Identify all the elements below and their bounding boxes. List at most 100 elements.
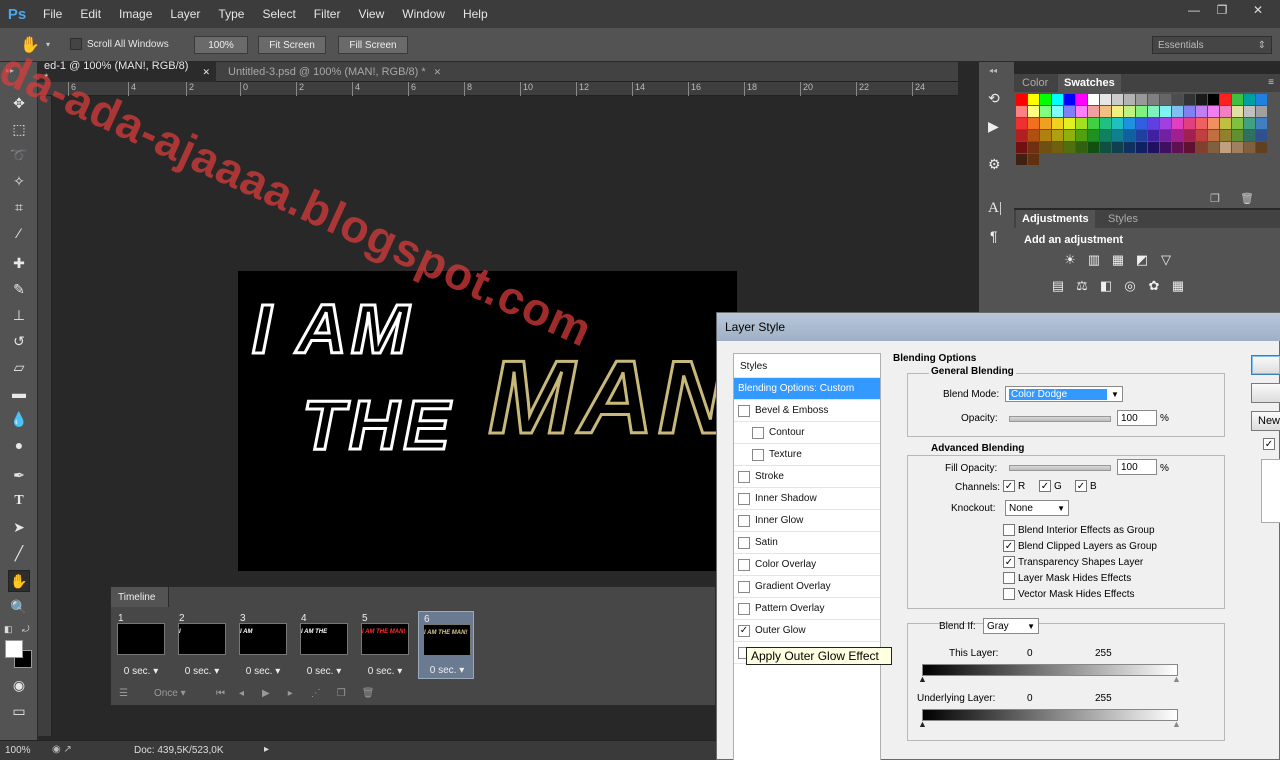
menu-filter[interactable]: Filter [305,7,350,21]
vibrance-icon[interactable]: ▽ [1158,252,1174,268]
swatch-color[interactable] [1160,130,1171,141]
swatch-color[interactable] [1076,142,1087,153]
channel-g-checkbox[interactable]: ✓ G [1039,480,1062,492]
swatch-color[interactable] [1160,142,1171,153]
swatch-color[interactable] [1244,94,1255,105]
screen-mode-icon[interactable]: ▭ [8,700,30,722]
swatch-color[interactable] [1184,118,1195,129]
swatch-color[interactable] [1256,130,1267,141]
hue-saturation-icon[interactable]: ▤ [1050,278,1066,294]
style-item[interactable]: Contour [734,422,880,444]
menu-type[interactable]: Type [209,7,253,21]
clone-stamp-tool-icon[interactable]: ⊥ [8,304,30,326]
swatch-color[interactable] [1256,106,1267,117]
swatch-color[interactable] [1028,130,1039,141]
timeline-menu-icon[interactable]: ☰ [119,688,128,699]
collapse-toolbar-icon[interactable]: ▸▸ [6,66,14,75]
menu-view[interactable]: View [349,7,393,21]
swatch-color[interactable] [1148,118,1159,129]
fill-screen-button[interactable]: Fill Screen [338,36,408,54]
swatch-color[interactable] [1172,118,1183,129]
menu-window[interactable]: Window [393,7,454,21]
color-balance-icon[interactable]: ⚖ [1074,278,1090,294]
swatch-color[interactable] [1208,94,1219,105]
swatch-color[interactable] [1136,94,1147,105]
swatch-color[interactable] [1136,118,1147,129]
swatch-color[interactable] [1220,94,1231,105]
swatch-color[interactable] [1112,106,1123,117]
timeline-frame-6-selected[interactable]: 6 I AM THE MAN! 0 sec. ▾ [418,611,474,679]
path-selection-tool-icon[interactable]: ➤ [8,516,30,538]
swatch-color[interactable] [1208,118,1219,129]
swatch-color[interactable] [1040,94,1051,105]
tab-color[interactable]: Color [1016,74,1054,92]
swatch-color[interactable] [1076,130,1087,141]
slider-handle-icon[interactable]: ▲ [918,719,927,729]
swatch-color[interactable] [1112,142,1123,153]
blur-tool-icon[interactable]: 💧 [8,408,30,430]
tab-styles[interactable]: Styles [1102,210,1144,228]
swatch-color[interactable] [1256,118,1267,129]
fill-opacity-input[interactable]: 100 [1117,459,1157,475]
hand-tool-preset-icon[interactable]: ✋ [18,34,42,56]
scroll-all-windows-checkbox[interactable]: Scroll All Windows [70,38,169,50]
swatch-color[interactable] [1064,106,1075,117]
swatch-color[interactable] [1028,94,1039,105]
slider-handle-icon[interactable]: ▲ [1172,674,1181,684]
style-item[interactable]: ✓ Outer Glow [734,620,880,642]
minimize-button[interactable]: — [1180,0,1208,20]
swatch-color[interactable] [1040,106,1051,117]
checkbox-icon[interactable] [738,514,750,527]
swatch-color[interactable] [1064,142,1075,153]
timeline-frame-2[interactable]: 2 I 0 sec. ▾ [174,611,230,679]
status-icons[interactable]: ◉ ↗ [52,744,72,755]
checkbox-icon[interactable] [738,470,750,483]
style-item[interactable]: Pattern Overlay [734,598,880,620]
exposure-icon[interactable]: ◩ [1134,252,1150,268]
swatch-color[interactable] [1256,142,1267,153]
style-item[interactable]: Texture [734,444,880,466]
swatch-color[interactable] [1112,130,1123,141]
swatch-color[interactable] [1088,130,1099,141]
play-icon[interactable]: ▶ [262,688,270,699]
opacity-slider[interactable] [1009,416,1111,422]
advanced-option-checkbox[interactable]: ✓ Transparency Shapes Layer [1003,556,1143,568]
lasso-tool-icon[interactable]: ➰ [8,144,30,166]
channel-r-checkbox[interactable]: ✓ R [1003,480,1025,492]
swatch-color[interactable] [1112,118,1123,129]
checkbox-icon[interactable] [738,558,750,571]
swatch-color[interactable] [1112,94,1123,105]
swatch-color[interactable] [1196,142,1207,153]
loop-select[interactable]: Once ▾ [154,688,204,699]
type-tool-icon[interactable]: T [8,490,30,512]
cancel-button[interactable] [1251,383,1280,403]
move-tool-icon[interactable]: ✥ [8,92,30,114]
swatch-color[interactable] [1232,130,1243,141]
delete-frame-icon[interactable]: 🗑 [362,688,375,699]
swatch-color[interactable] [1052,106,1063,117]
style-item[interactable]: Color Overlay [734,554,880,576]
frame-delay[interactable]: 0 sec. ▾ [174,666,230,677]
next-frame-icon[interactable]: ▸ [288,688,293,699]
swatch-color[interactable] [1172,142,1183,153]
eraser-tool-icon[interactable]: ▱ [8,356,30,378]
swatch-color[interactable] [1100,94,1111,105]
swatch-color[interactable] [1136,142,1147,153]
tab-swatches[interactable]: Swatches [1058,74,1121,92]
swatch-color[interactable] [1184,142,1195,153]
timeline-frame-1[interactable]: 1 0 sec. ▾ [113,611,169,679]
panel-menu-icon[interactable]: ≡ [1268,77,1274,88]
swatch-color[interactable] [1028,154,1039,165]
status-menu-arrow-icon[interactable]: ▸ [264,744,269,755]
swatch-color[interactable] [1052,142,1063,153]
checkbox-icon[interactable] [752,426,764,439]
swatch-color[interactable] [1028,142,1039,153]
duplicate-frame-icon[interactable]: ❐ [337,688,346,699]
checkbox-icon[interactable] [738,580,750,593]
swatch-color[interactable] [1016,94,1027,105]
swatch-color[interactable] [1244,130,1255,141]
advanced-option-checkbox[interactable]: ✓ Blend Clipped Layers as Group [1003,540,1157,552]
fit-screen-button[interactable]: Fit Screen [258,36,326,54]
styles-header[interactable]: Styles [734,356,880,378]
timeline-frame-5[interactable]: 5 I AM THE MAN! 0 sec. ▾ [357,611,413,679]
